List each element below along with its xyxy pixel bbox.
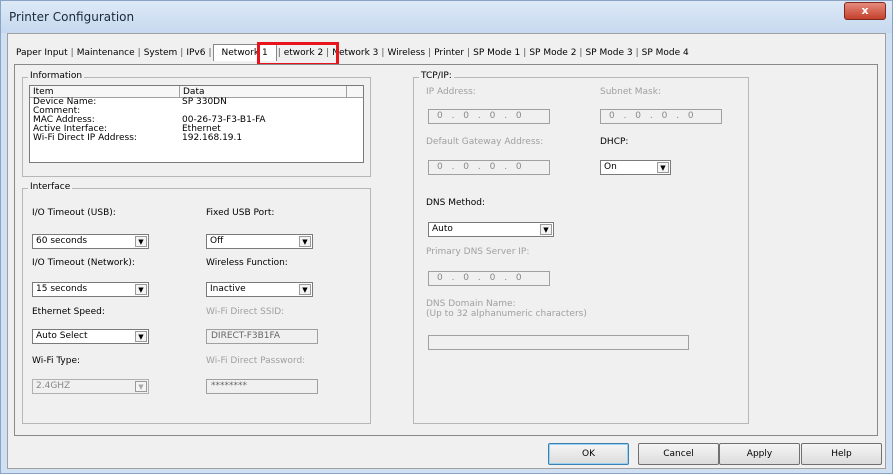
io-timeout-usb-label: I/O Timeout (USB): xyxy=(32,208,116,218)
row-item-value: SP 330DN xyxy=(182,97,227,107)
default-gateway-label: Default Gateway Address: xyxy=(426,137,544,147)
wifi-direct-password-label: Wi-Fi Direct Password: xyxy=(206,356,306,366)
ip-address-field[interactable]: 0 . 0 . 0 . 0 xyxy=(428,109,550,124)
io-timeout-network-select[interactable]: 15 seconds ▼ xyxy=(32,282,149,297)
fixed-usb-port-label: Fixed USB Port: xyxy=(206,208,275,218)
interface-group: Interface I/O Timeout (USB): 60 seconds … xyxy=(22,182,371,424)
dns-method-select[interactable]: Auto ▼ xyxy=(428,222,554,237)
title-bar[interactable]: Printer Configuration x xyxy=(1,1,892,33)
information-group: Information Item Data Device Name: SP 330… xyxy=(22,71,371,177)
chevron-down-icon[interactable]: ▼ xyxy=(540,224,552,235)
wifi-type-value: 2.4GHZ xyxy=(36,381,71,391)
fixed-usb-port-value: Off xyxy=(210,236,224,246)
dialog-client-area: Paper Input | Maintenance | System | IPv6 | Netw… xyxy=(7,33,886,469)
io-timeout-network-value: 15 seconds xyxy=(36,284,88,294)
dns-domain-label: DNS Domain Name: xyxy=(426,299,516,309)
tab-paper-input[interactable]: Paper Input xyxy=(14,45,70,61)
wifi-direct-ssid-label: Wi-Fi Direct SSID: xyxy=(206,307,285,317)
tab-printer[interactable]: Printer xyxy=(432,45,466,61)
tab-sp-mode-4[interactable]: SP Mode 4 xyxy=(640,45,691,61)
ip-address-label: IP Address: xyxy=(426,87,476,97)
wireless-function-select[interactable]: Inactive ▼ xyxy=(206,282,313,297)
wireless-function-value: Inactive xyxy=(210,284,246,294)
ok-button[interactable]: OK xyxy=(548,443,629,465)
interface-legend: Interface xyxy=(28,182,73,192)
tab-sp-mode-1[interactable]: SP Mode 1 xyxy=(471,45,522,61)
chevron-down-icon[interactable]: ▼ xyxy=(135,284,147,295)
io-timeout-usb-value: 60 seconds xyxy=(36,236,88,246)
window-title: Printer Configuration xyxy=(9,10,135,24)
primary-dns-field[interactable]: 0 . 0 . 0 . 0 xyxy=(428,271,550,286)
tab-sp-mode-2[interactable]: SP Mode 2 xyxy=(527,45,578,61)
tab-wireless[interactable]: Wireless xyxy=(385,45,427,61)
ethernet-speed-label: Ethernet Speed: xyxy=(32,307,105,317)
wifi-type-select[interactable]: 2.4GHZ ▼ xyxy=(32,379,149,394)
help-button[interactable]: Help xyxy=(801,443,882,465)
row-item-label: Wi-Fi Direct IP Address: xyxy=(33,133,137,143)
apply-button[interactable]: Apply xyxy=(719,443,800,465)
tab-maintenance[interactable]: Maintenance xyxy=(75,45,137,61)
chevron-down-icon[interactable]: ▼ xyxy=(135,236,147,247)
fixed-usb-port-select[interactable]: Off ▼ xyxy=(206,234,313,249)
dhcp-select[interactable]: On ▼ xyxy=(600,160,671,175)
column-header-empty xyxy=(346,86,365,98)
information-legend: Information xyxy=(28,71,85,81)
chevron-down-icon[interactable]: ▼ xyxy=(135,381,147,392)
tab-ipv6[interactable]: IPv6 xyxy=(184,45,207,61)
network-1-panel: Information Item Data Device Name: SP 330… xyxy=(14,64,878,436)
dns-method-value: Auto xyxy=(432,224,453,234)
tcpip-group: TCP/IP: IP Address: 0 . 0 . 0 . 0 Subnet… xyxy=(413,71,749,424)
chevron-down-icon[interactable]: ▼ xyxy=(657,162,669,173)
default-gateway-field[interactable]: 0 . 0 . 0 . 0 xyxy=(428,160,550,175)
wireless-function-label: Wireless Function: xyxy=(206,258,288,268)
subnet-mask-label: Subnet Mask: xyxy=(600,87,661,97)
wifi-direct-ssid-field[interactable]: DIRECT-F3B1FA xyxy=(206,329,318,344)
tab-sp-mode-3[interactable]: SP Mode 3 xyxy=(583,45,634,61)
tab-system[interactable]: System xyxy=(142,45,180,61)
row-item-value: 192.168.19.1 xyxy=(182,133,243,143)
tcpip-legend: TCP/IP: xyxy=(419,71,454,81)
chevron-down-icon[interactable]: ▼ xyxy=(299,236,311,247)
dhcp-value: On xyxy=(604,162,617,172)
active-tab-highlight xyxy=(257,42,339,66)
chevron-down-icon[interactable]: ▼ xyxy=(299,284,311,295)
wifi-type-label: Wi-Fi Type: xyxy=(32,356,81,366)
printer-configuration-window: Printer Configuration x Paper Input | Main… xyxy=(0,0,893,474)
ethernet-speed-select[interactable]: Auto Select ▼ xyxy=(32,329,149,344)
information-listview[interactable]: Item Data Device Name: SP 330DN Comment: … xyxy=(29,85,364,163)
cancel-button[interactable]: Cancel xyxy=(638,443,719,465)
close-button[interactable]: x xyxy=(844,2,886,20)
ethernet-speed-value: Auto Select xyxy=(36,331,88,341)
wifi-direct-password-field[interactable]: ******** xyxy=(206,379,318,394)
dhcp-label: DHCP: xyxy=(600,137,629,147)
dns-method-label: DNS Method: xyxy=(426,198,486,208)
dns-domain-field[interactable] xyxy=(428,335,689,350)
io-timeout-usb-select[interactable]: 60 seconds ▼ xyxy=(32,234,149,249)
chevron-down-icon[interactable]: ▼ xyxy=(135,331,147,342)
dns-domain-hint: (Up to 32 alphanumeric characters) xyxy=(426,309,587,319)
subnet-mask-field[interactable]: 0 . 0 . 0 . 0 xyxy=(600,109,722,124)
io-timeout-network-label: I/O Timeout (Network): xyxy=(32,258,135,268)
primary-dns-label: Primary DNS Server IP: xyxy=(426,247,530,257)
tab-strip: Paper Input | Maintenance | System | IPv6 | Netw… xyxy=(14,44,691,64)
